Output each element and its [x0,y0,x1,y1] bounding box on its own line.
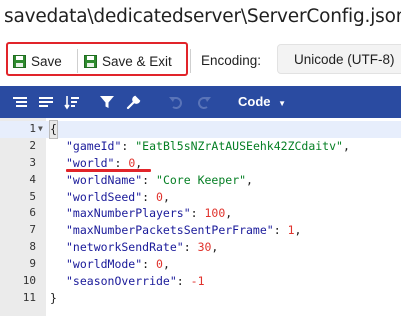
save-button[interactable]: Save [13,49,62,73]
json-colon: : [273,223,288,238]
code-line[interactable]: 10 "seasonOverride": -1 [0,273,401,290]
compact-icon[interactable] [38,94,54,110]
json-comma: , [342,138,350,153]
code-line[interactable]: 3 "world": 0, [0,155,401,172]
code-line[interactable]: 7 "maxNumberPacketsSentPerFrame": 1, [0,222,401,239]
json-colon: : [142,257,157,272]
json-key: "seasonOverride" [66,274,177,289]
format-icon[interactable] [12,94,28,110]
json-key: "worldMode" [66,257,143,272]
annotation-underline [66,169,151,172]
code-content: "worldMode": 0, [66,256,170,273]
json-comma: , [294,223,302,238]
json-colon: : [183,240,198,255]
json-key: "maxNumberPlayers" [66,206,191,221]
code-content: "seasonOverride": -1 [66,273,205,290]
json-colon: : [114,155,129,170]
sort-icon[interactable] [64,94,80,110]
json-key: "worldSeed" [66,189,143,204]
json-colon: : [142,172,157,187]
fold-icon[interactable]: ▼ [38,121,43,138]
save-icon [84,54,97,68]
code-content: } [50,290,57,307]
encoding-label: Encoding: [201,53,262,68]
save-exit-button-label: Save & Exit [102,53,172,69]
code-editor[interactable]: 1 ▼{2 "gameId": "EatBl5sNZrAtAUSEehk42ZCda… [0,120,401,307]
mode-label: Code [238,94,271,109]
code-content: "gameId": "EatBl5sNZrAtAUSEehk42ZCdaitv"… [66,138,350,155]
code-content: { [49,120,58,139]
code-content: "worldName": "Core Keeper", [66,172,253,189]
json-value: "Core Keeper" [156,172,247,187]
brace: } [50,290,57,305]
json-value: 0 [156,257,163,272]
save-exit-button[interactable]: Save & Exit [84,49,172,73]
toolbar-divider [77,49,78,73]
json-comma: , [211,240,219,255]
json-value: 0 [156,189,163,204]
code-content: "maxNumberPlayers": 100, [66,205,232,222]
brace: { [49,120,58,139]
json-key: "gameId" [66,138,122,153]
json-colon: : [176,274,191,289]
line-number: 9 [29,257,36,271]
json-key: "networkSendRate" [66,240,184,255]
json-key: "maxNumberPacketsSentPerFrame" [66,223,274,238]
line-number: 4 [29,172,36,186]
save-button-label: Save [31,53,62,69]
mode-dropdown[interactable]: Code ▼ [238,94,286,109]
code-content: "worldSeed": 0, [66,189,170,206]
json-colon: : [190,206,205,221]
json-comma: , [135,155,143,170]
line-number: 6 [29,206,36,220]
code-line[interactable]: 11} [0,290,401,307]
json-comma: , [246,172,253,187]
line-number: 2 [29,138,36,152]
repair-icon[interactable] [126,94,142,110]
json-key: "world" [66,155,115,170]
redo-icon[interactable] [196,94,212,110]
line-number: 11 [22,290,36,304]
json-colon: : [142,189,157,204]
code-content: "maxNumberPacketsSentPerFrame": 1, [66,222,301,239]
json-comma: , [225,206,233,221]
json-comma: , [162,257,170,272]
code-line[interactable]: 8 "networkSendRate": 30, [0,239,401,256]
code-line[interactable]: 5 "worldSeed": 0, [0,189,401,206]
line-number: 1 [29,122,36,135]
json-value: -1 [190,274,205,289]
filter-icon[interactable] [99,94,115,110]
code-content: "networkSendRate": 30, [66,239,218,256]
json-value: 100 [204,206,226,221]
code-line[interactable]: 2 "gameId": "EatBl5sNZrAtAUSEehk42ZCdaitv… [0,138,401,155]
line-number: 7 [29,223,36,237]
encoding-select[interactable]: Unicode (UTF-8) [277,44,401,74]
json-value: 1 [287,223,295,238]
code-line[interactable]: 1 ▼ { [0,120,401,139]
code-line[interactable]: 9 "worldMode": 0, [0,256,401,273]
chevron-down-icon: ▼ [278,99,287,108]
line-number: 10 [22,274,36,288]
json-colon: : [121,138,136,153]
json-value: 30 [197,240,212,255]
line-number: 5 [29,189,36,203]
undo-icon[interactable] [168,94,184,110]
save-icon [13,54,26,68]
json-key: "worldName" [66,172,143,187]
code-line[interactable]: 6 "maxNumberPlayers": 100, [0,205,401,222]
toolbar-divider [190,49,191,73]
code-line[interactable]: 4 "worldName": "Core Keeper", [0,172,401,189]
line-number: 3 [29,155,36,169]
line-number: 8 [29,240,36,254]
json-value: "EatBl5sNZrAtAUSEehk42ZCdaitv" [135,138,343,153]
json-comma: , [162,189,170,204]
window-title: savedata\dedicatedserver\ServerConfig.js… [4,6,401,27]
